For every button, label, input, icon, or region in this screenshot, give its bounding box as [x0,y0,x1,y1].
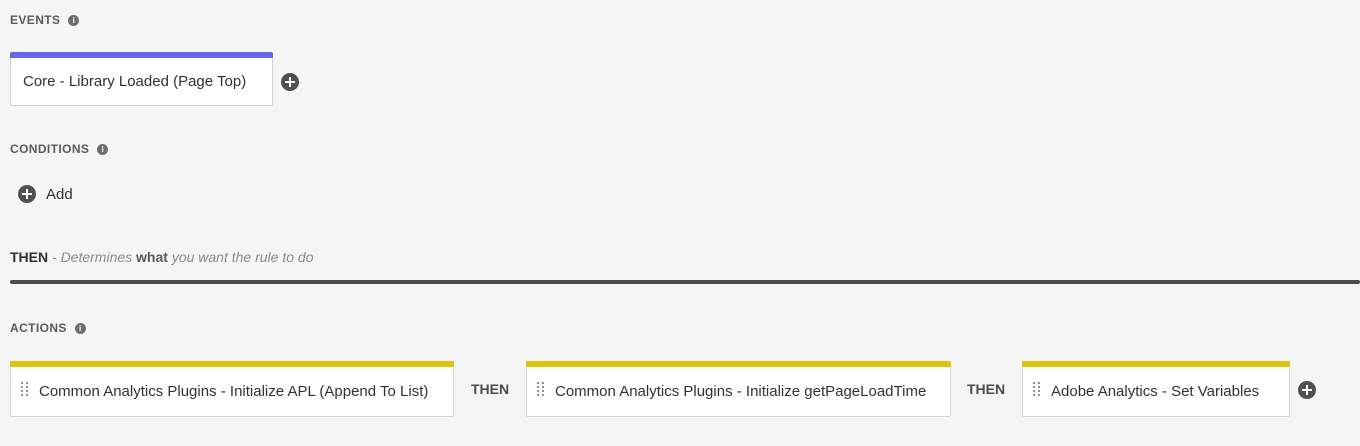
add-condition-button[interactable]: Add [18,185,73,203]
add-condition-label: Add [46,185,73,203]
event-card-core-library-loaded[interactable]: Core - Library Loaded (Page Top) [10,52,273,106]
add-event-plus-icon[interactable] [281,73,299,91]
add-action-plus-icon[interactable] [1298,381,1316,399]
events-heading: EVENTS i [10,13,80,27]
action-card-initialize-apl[interactable]: Common Analytics Plugins - Initialize AP… [10,361,454,417]
action-card-set-variables[interactable]: Adobe Analytics - Set Variables [1022,361,1290,417]
drag-handle-icon[interactable] [21,379,29,399]
plus-circle-icon [18,185,36,203]
drag-handle-icon[interactable] [1033,379,1041,399]
action-card-initialize-getpageloadtime[interactable]: Common Analytics Plugins - Initialize ge… [526,361,951,417]
info-icon[interactable]: i [68,14,80,26]
event-accent-bar [10,52,273,58]
action-card-label: Common Analytics Plugins - Initialize ge… [555,382,927,400]
event-card-label: Core - Library Loaded (Page Top) [23,72,247,90]
then-connector: THEN [471,381,510,397]
action-accent-bar [10,361,454,367]
action-accent-bar [1022,361,1290,367]
action-card-label: Common Analytics Plugins - Initialize AP… [39,382,429,400]
action-card-label: Adobe Analytics - Set Variables [1051,382,1260,400]
action-accent-bar [526,361,951,367]
then-connector: THEN [967,381,1006,397]
info-icon[interactable]: i [74,322,86,334]
then-description: THEN - Determines what you want the rule… [10,249,314,265]
conditions-heading: CONDITIONS i [10,142,109,156]
info-icon[interactable]: i [97,143,109,155]
drag-handle-icon[interactable] [537,379,545,399]
actions-heading: ACTIONS i [10,321,86,335]
section-divider [10,280,1360,284]
